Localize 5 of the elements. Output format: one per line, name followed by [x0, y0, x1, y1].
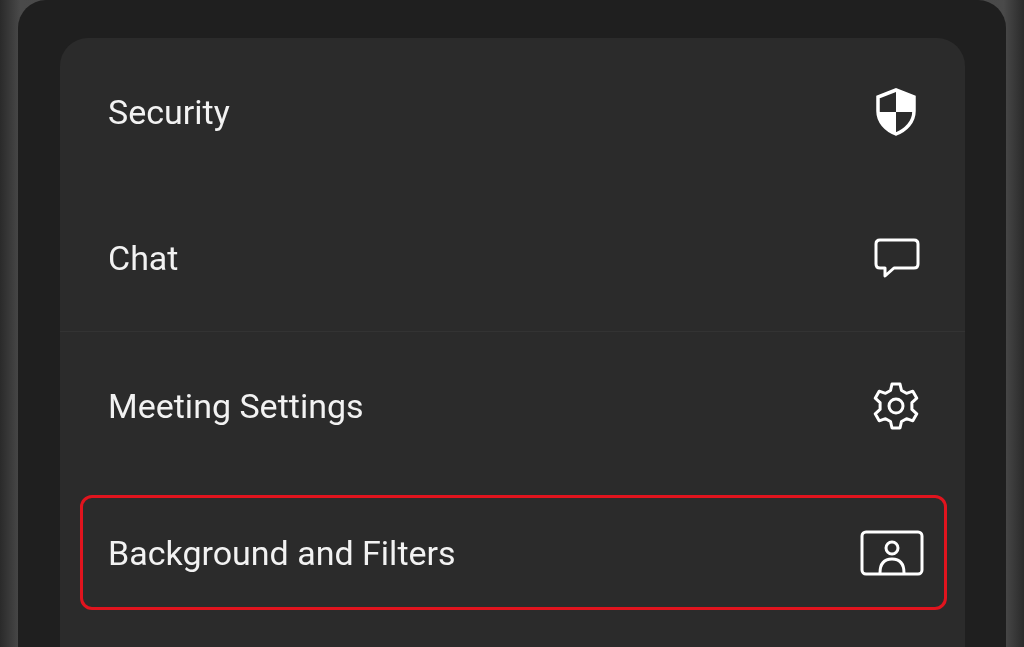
menu-item[interactable]: Security	[80, 54, 947, 169]
menu-item[interactable]: Background and Filters	[80, 495, 947, 610]
person-frame-icon	[860, 528, 924, 577]
menu-item[interactable]: Meeting Settings	[80, 348, 947, 463]
menu-item[interactable]: Chat	[80, 201, 947, 315]
